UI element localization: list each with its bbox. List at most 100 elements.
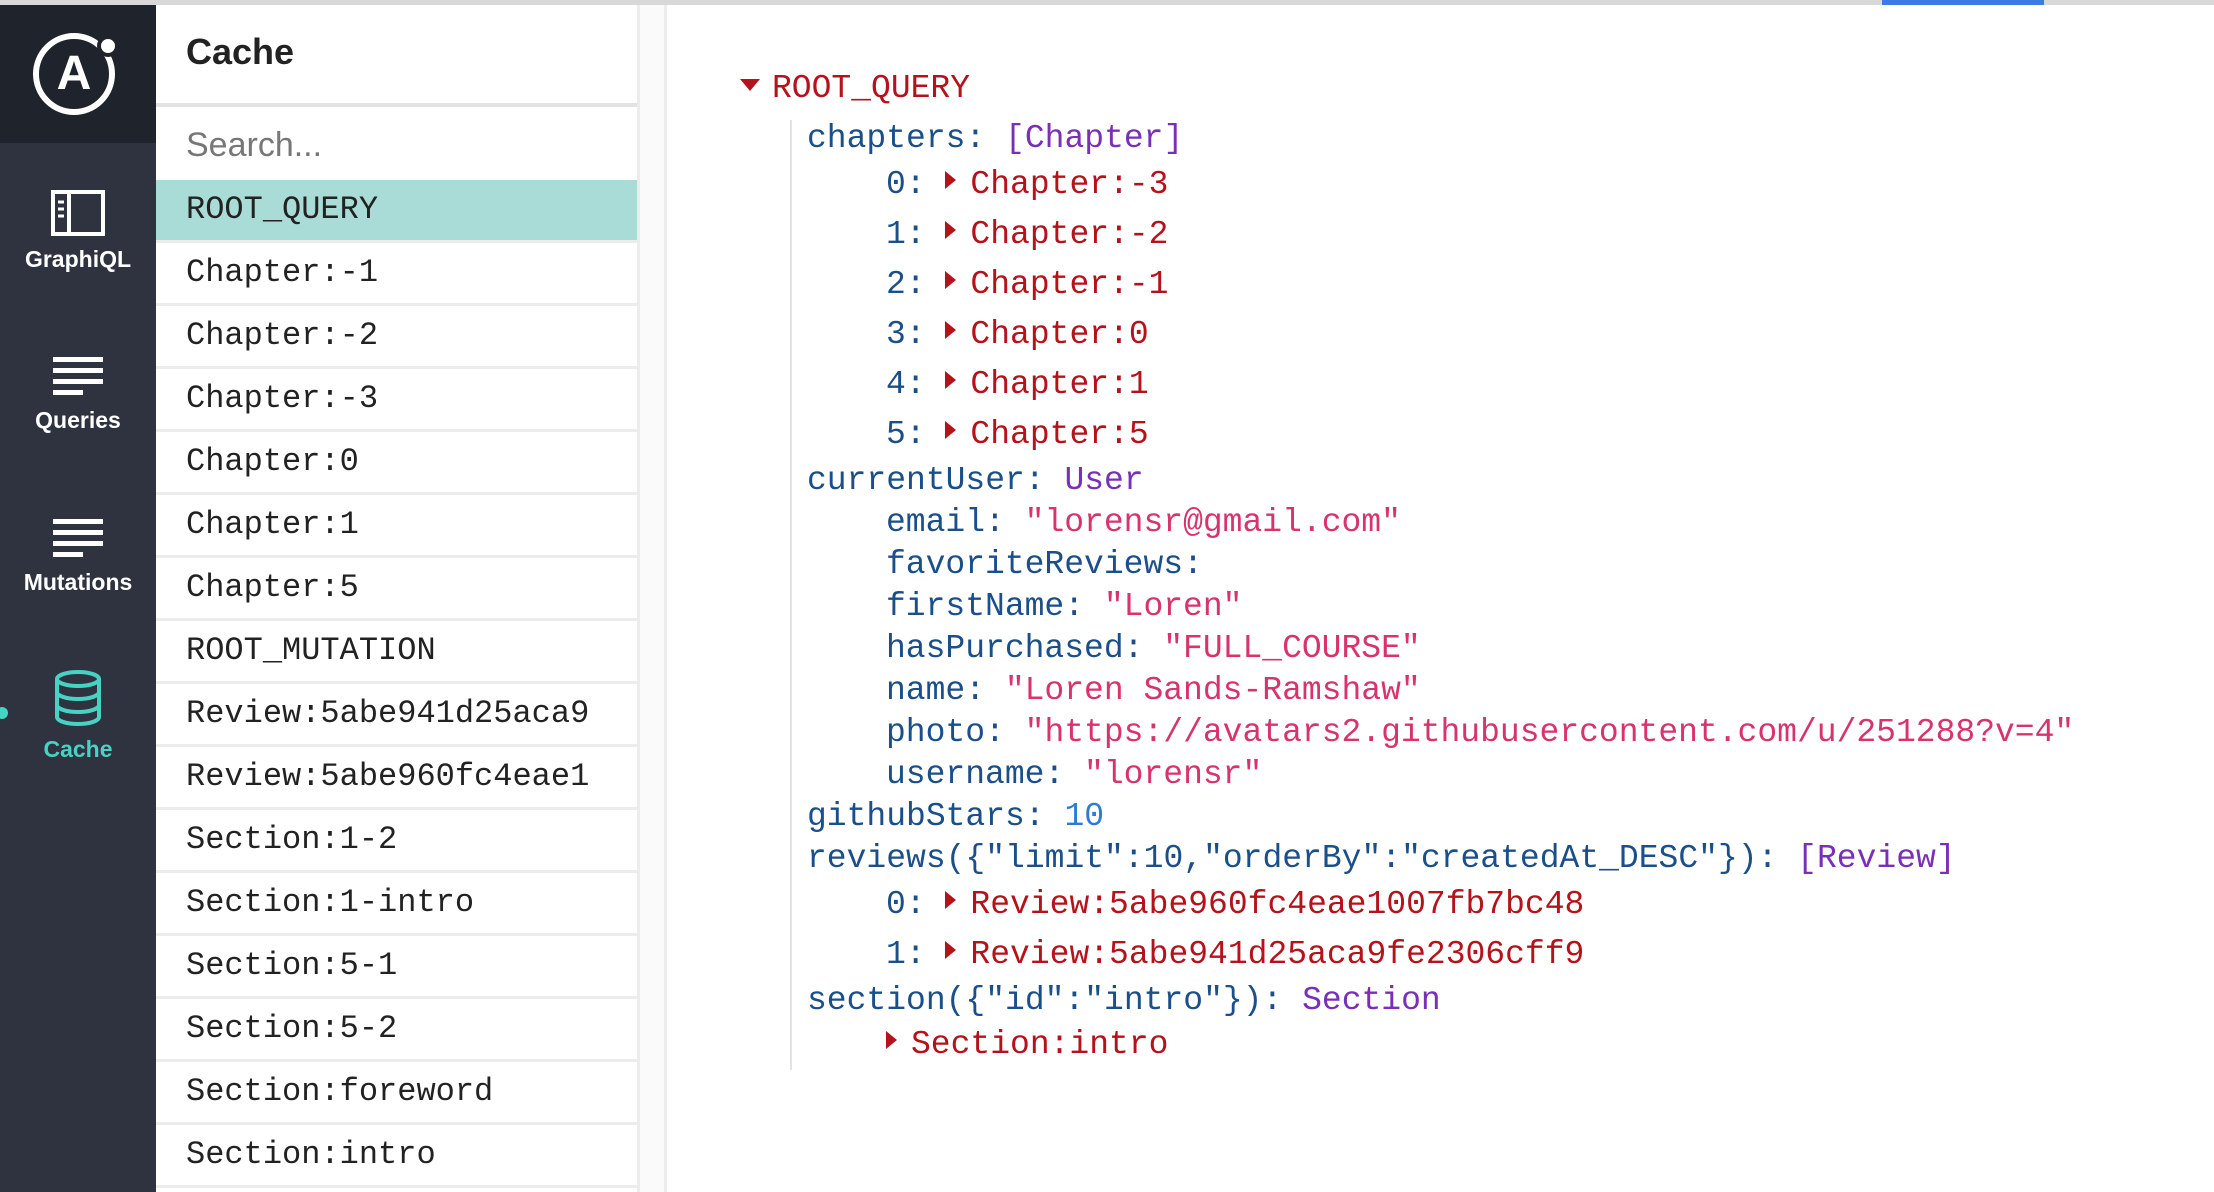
ref-link[interactable]: Chapter:-2 bbox=[970, 216, 1168, 253]
cache-item[interactable]: Review:5abe960fc4eae1 bbox=[156, 747, 637, 810]
nav-mutations-label: Mutations bbox=[23, 569, 133, 595]
expand-triangle-icon[interactable] bbox=[945, 891, 957, 910]
cache-item[interactable]: Section:5-2 bbox=[156, 999, 637, 1062]
user-field-first-name: firstName: "Loren" bbox=[886, 588, 1242, 625]
ref-link[interactable]: Chapter:-3 bbox=[970, 166, 1168, 203]
field-key: chapters bbox=[807, 120, 966, 157]
array-index: 1: bbox=[886, 216, 926, 253]
user-field-username: username: "lorensr" bbox=[886, 756, 1262, 793]
top-accent-bar bbox=[1882, 0, 2044, 5]
ref-link[interactable]: Chapter:5 bbox=[970, 416, 1148, 453]
ref-link[interactable]: Chapter:-1 bbox=[970, 266, 1168, 303]
cache-item[interactable]: Chapter:-1 bbox=[156, 243, 637, 306]
field-value: 10 bbox=[1064, 798, 1105, 835]
field-value: "https://avatars2.githubusercontent.com/… bbox=[1024, 714, 2075, 751]
colon: : bbox=[1024, 462, 1065, 499]
tree-guide-line bbox=[790, 120, 792, 1070]
user-field-photo: photo: "https://avatars2.githubuserconte… bbox=[886, 714, 2074, 751]
tree-row-chapter-2[interactable]: 2: Chapter:-1 bbox=[886, 266, 1168, 303]
tree-row-reviews: reviews({"limit":10,"orderBy":"createdAt… bbox=[807, 840, 1956, 877]
array-index: 3: bbox=[886, 316, 926, 353]
tree-row-current-user: currentUser: User bbox=[807, 462, 1144, 499]
colon: : bbox=[1024, 798, 1065, 835]
ref-link[interactable]: Chapter:1 bbox=[970, 366, 1148, 403]
tree-row-chapter-1[interactable]: 1: Chapter:-2 bbox=[886, 216, 1168, 253]
ref-link[interactable]: Section:intro bbox=[911, 1026, 1168, 1063]
field-key: email bbox=[886, 504, 986, 541]
mutations-lines-icon bbox=[53, 519, 103, 557]
field-key: reviews({"limit":10,"orderBy":"createdAt… bbox=[807, 840, 1758, 877]
array-index: 5: bbox=[886, 416, 926, 453]
collapse-triangle-icon[interactable] bbox=[740, 79, 760, 92]
ref-link[interactable]: Review:5abe960fc4eae1007fb7bc48 bbox=[970, 886, 1584, 923]
cache-item-root-query[interactable]: ROOT_QUERY bbox=[156, 180, 637, 243]
field-key: currentUser bbox=[807, 462, 1025, 499]
expand-triangle-icon[interactable] bbox=[945, 221, 957, 240]
user-field-email: email: "lorensr@gmail.com" bbox=[886, 504, 1401, 541]
expand-triangle-icon[interactable] bbox=[945, 371, 957, 390]
tree-row-github-stars: githubStars: 10 bbox=[807, 798, 1104, 835]
cache-item-root-mutation[interactable]: ROOT_MUTATION bbox=[156, 621, 637, 684]
tree-root-row[interactable]: ROOT_QUERY bbox=[740, 70, 970, 107]
field-type: [Chapter] bbox=[1005, 120, 1184, 157]
tree-row-chapters: chapters: [Chapter] bbox=[807, 120, 1183, 157]
content-divider bbox=[664, 5, 667, 1192]
tree-row-section-ref[interactable]: Section:intro bbox=[886, 1026, 1168, 1063]
logo-area: A bbox=[0, 5, 156, 143]
nav-queries-label: Queries bbox=[35, 407, 121, 433]
expand-triangle-icon[interactable] bbox=[945, 271, 957, 290]
tree-row-section: section({"id":"intro"}): Section bbox=[807, 982, 1441, 1019]
expand-triangle-icon[interactable] bbox=[945, 421, 957, 440]
panel-gutter bbox=[640, 5, 664, 1192]
tree-row-chapter-3[interactable]: 3: Chapter:0 bbox=[886, 316, 1149, 353]
cache-item[interactable]: Chapter:-3 bbox=[156, 369, 637, 432]
nav-queries[interactable]: Queries bbox=[0, 355, 156, 434]
ref-link[interactable]: Review:5abe941d25aca9fe2306cff9 bbox=[970, 936, 1584, 973]
nav-mutations[interactable]: Mutations bbox=[0, 517, 156, 596]
expand-triangle-icon[interactable] bbox=[945, 171, 957, 190]
cache-list: ROOT_QUERY Chapter:-1 Chapter:-2 Chapter… bbox=[156, 180, 637, 1188]
cache-item[interactable]: Section:foreword bbox=[156, 1062, 637, 1125]
tree-row-chapter-5[interactable]: 5: Chapter:5 bbox=[886, 416, 1149, 453]
colon: : bbox=[1123, 630, 1164, 667]
left-rail: A GraphiQL Queries Mutations Cache bbox=[0, 5, 156, 1192]
cache-item[interactable]: Review:5abe941d25aca9 bbox=[156, 684, 637, 747]
title-divider bbox=[156, 103, 637, 107]
nav-cache-label: Cache bbox=[43, 736, 113, 762]
field-key: photo bbox=[886, 714, 986, 751]
search-input[interactable] bbox=[186, 115, 626, 175]
cache-panel: Cache ROOT_QUERY Chapter:-1 Chapter:-2 C… bbox=[156, 5, 637, 1192]
cache-item[interactable]: Section:1-intro bbox=[156, 873, 637, 936]
array-index: 1: bbox=[886, 936, 926, 973]
field-value: "lorensr@gmail.com" bbox=[1024, 504, 1401, 541]
nav-graphiql-label: GraphiQL bbox=[24, 246, 132, 272]
ref-link[interactable]: Chapter:0 bbox=[970, 316, 1148, 353]
tree-row-review-1[interactable]: 1: Review:5abe941d25aca9fe2306cff9 bbox=[886, 936, 1584, 973]
tree-row-chapter-4[interactable]: 4: Chapter:1 bbox=[886, 366, 1149, 403]
colon: : bbox=[1183, 546, 1203, 583]
field-type: [Review] bbox=[1797, 840, 1956, 877]
colon: : bbox=[985, 714, 1025, 751]
cache-item[interactable]: Chapter:-2 bbox=[156, 306, 637, 369]
nav-graphiql[interactable]: GraphiQL bbox=[0, 190, 156, 273]
cache-item[interactable]: Section:1-2 bbox=[156, 810, 637, 873]
tree-row-review-0[interactable]: 0: Review:5abe960fc4eae1007fb7bc48 bbox=[886, 886, 1584, 923]
field-type: User bbox=[1064, 462, 1144, 499]
cache-item[interactable]: Chapter:0 bbox=[156, 432, 637, 495]
field-value: "FULL_COURSE" bbox=[1163, 630, 1421, 667]
array-index: 0: bbox=[886, 886, 926, 923]
cache-item[interactable]: Section:intro bbox=[156, 1125, 637, 1188]
expand-triangle-icon[interactable] bbox=[945, 321, 957, 340]
tree-row-chapter-0[interactable]: 0: Chapter:-3 bbox=[886, 166, 1168, 203]
nav-cache[interactable]: Cache bbox=[0, 670, 156, 763]
queries-lines-icon bbox=[53, 357, 103, 395]
colon: : bbox=[965, 120, 1006, 157]
array-index: 0: bbox=[886, 166, 926, 203]
expand-triangle-icon[interactable] bbox=[886, 1031, 897, 1050]
expand-triangle-icon[interactable] bbox=[945, 941, 957, 960]
user-field-name: name: "Loren Sands-Ramshaw" bbox=[886, 672, 1421, 709]
cache-item[interactable]: Section:5-1 bbox=[156, 936, 637, 999]
colon: : bbox=[1064, 588, 1104, 625]
cache-item[interactable]: Chapter:1 bbox=[156, 495, 637, 558]
cache-item[interactable]: Chapter:5 bbox=[156, 558, 637, 621]
